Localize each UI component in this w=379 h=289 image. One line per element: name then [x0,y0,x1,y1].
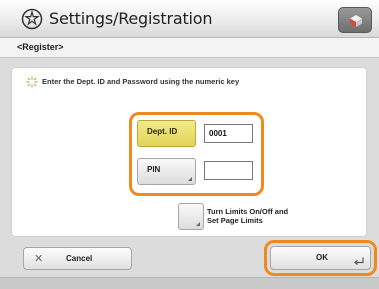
ok-highlight [264,240,377,276]
info-sparkle-icon [26,76,38,88]
cancel-button[interactable]: ✕ Cancel [23,247,132,270]
limits-label-line2: Set Page Limits [207,216,263,225]
footer-bar [0,277,379,289]
title-bar: Settings/Registration [0,0,379,38]
limits-label: Turn Limits On/Off and Set Page Limits [207,207,288,225]
instruction-text: Enter the Dept. ID and Password using th… [42,77,240,86]
cancel-label: Cancel [66,254,93,263]
limits-button[interactable] [178,203,204,230]
subheader-label: <Register> [17,42,64,52]
settings-gear-icon [21,8,43,30]
close-icon: ✕ [34,253,44,265]
limits-label-line1: Turn Limits On/Off and [207,207,289,216]
page-title: Settings/Registration [49,9,213,28]
status-monitor-icon [350,15,362,27]
status-monitor-button[interactable] [338,7,372,33]
corner-arrow-icon [196,222,200,226]
dept-id-highlight [129,112,264,196]
breadcrumb: <Register> [0,38,379,58]
